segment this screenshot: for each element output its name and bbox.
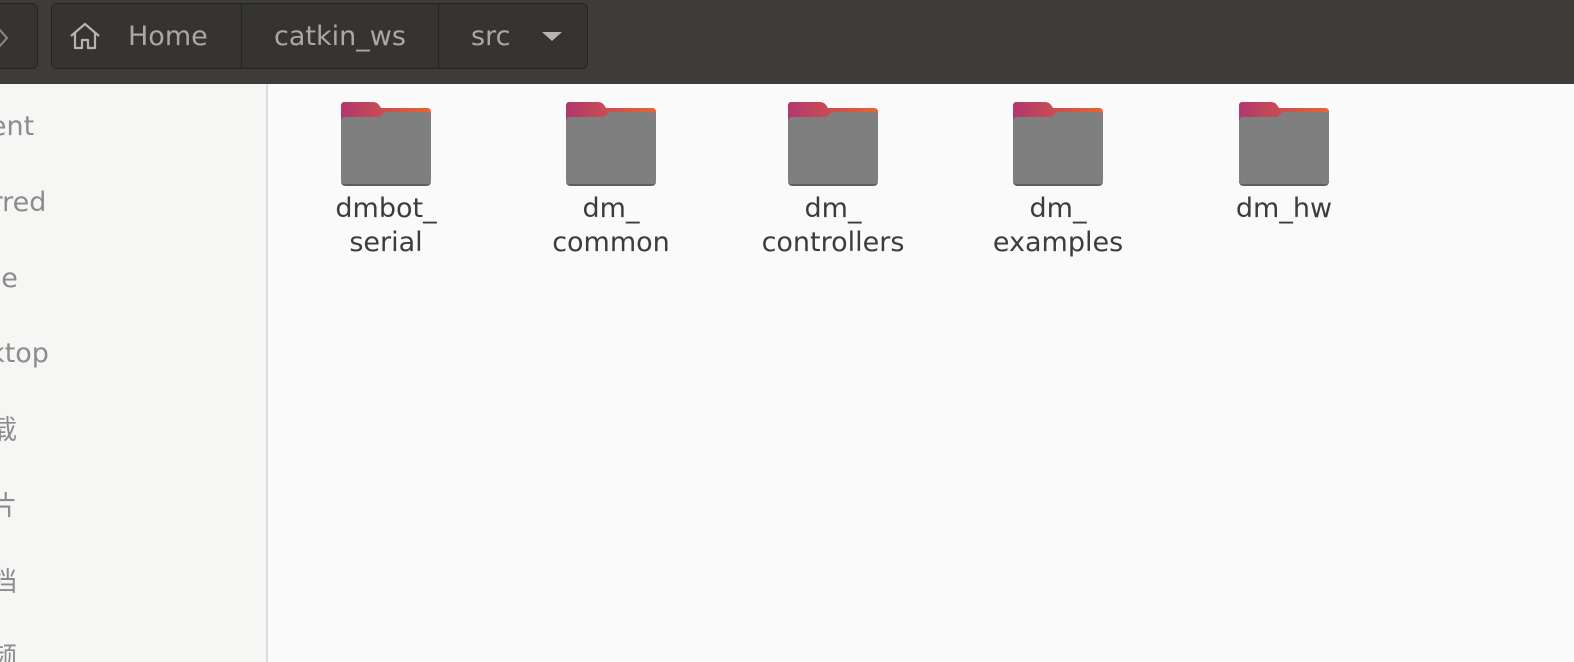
folder-name: dm_ controllers	[761, 193, 905, 258]
folder-name: dm_ common	[552, 193, 670, 258]
sidebar-item-starred[interactable]: arred	[0, 183, 46, 223]
sidebar-item-documents[interactable]: 档	[0, 563, 17, 603]
sidebar-item-label: 档	[0, 567, 17, 598]
folder-name: dmbot_ serial	[335, 193, 437, 258]
breadcrumb-home[interactable]: Home	[52, 4, 242, 68]
folder-item[interactable]: dm_ common	[526, 100, 696, 260]
sidebar-item-label: me	[0, 263, 18, 294]
home-icon	[68, 21, 102, 51]
breadcrumb-catkin-ws-label: catkin_ws	[274, 20, 406, 52]
chevron-right-icon	[0, 28, 9, 48]
sidebar-item-label: 载	[0, 415, 17, 446]
sidebar-item-videos[interactable]: 频	[0, 638, 17, 662]
breadcrumb-src[interactable]: src	[439, 4, 587, 68]
folder-name: dm_hw	[1235, 193, 1333, 224]
sidebar: cent arred me sktop 载 片 档 频	[0, 84, 268, 662]
sidebar-item-label: 频	[0, 642, 17, 662]
folder-icon	[788, 102, 878, 186]
breadcrumb-src-label: src	[471, 20, 511, 52]
sidebar-item-label: arred	[0, 187, 47, 218]
folder-item[interactable]: dm_ controllers	[748, 100, 918, 260]
chevron-down-icon[interactable]	[542, 30, 563, 42]
sidebar-item-label: cent	[0, 111, 35, 142]
folder-item[interactable]: dmbot_ serial	[301, 100, 471, 260]
breadcrumb: Home catkin_ws src	[51, 3, 588, 69]
breadcrumb-catkin-ws[interactable]: catkin_ws	[242, 4, 439, 68]
folder-icon	[341, 102, 431, 186]
folder-icon	[1013, 102, 1103, 186]
folder-item[interactable]: dm_hw	[1199, 100, 1369, 226]
folder-item[interactable]: dm_ examples	[973, 100, 1143, 260]
sidebar-item-desktop[interactable]: sktop	[0, 334, 49, 374]
forward-button[interactable]	[0, 3, 38, 69]
file-grid: dmbot_ serial dm_ common dm_ controllers…	[268, 84, 1574, 662]
header-bar: Home catkin_ws src	[0, 0, 1574, 84]
sidebar-item-downloads[interactable]: 载	[0, 411, 17, 451]
folder-icon	[1239, 102, 1329, 186]
sidebar-item-home[interactable]: me	[0, 259, 18, 299]
folder-name: dm_ examples	[992, 193, 1124, 258]
sidebar-item-label: 片	[0, 491, 17, 522]
sidebar-item-recent[interactable]: cent	[0, 107, 34, 147]
sidebar-item-pictures[interactable]: 片	[0, 487, 17, 527]
sidebar-item-label: sktop	[0, 338, 49, 369]
folder-icon	[566, 102, 656, 186]
breadcrumb-home-label: Home	[128, 20, 208, 52]
